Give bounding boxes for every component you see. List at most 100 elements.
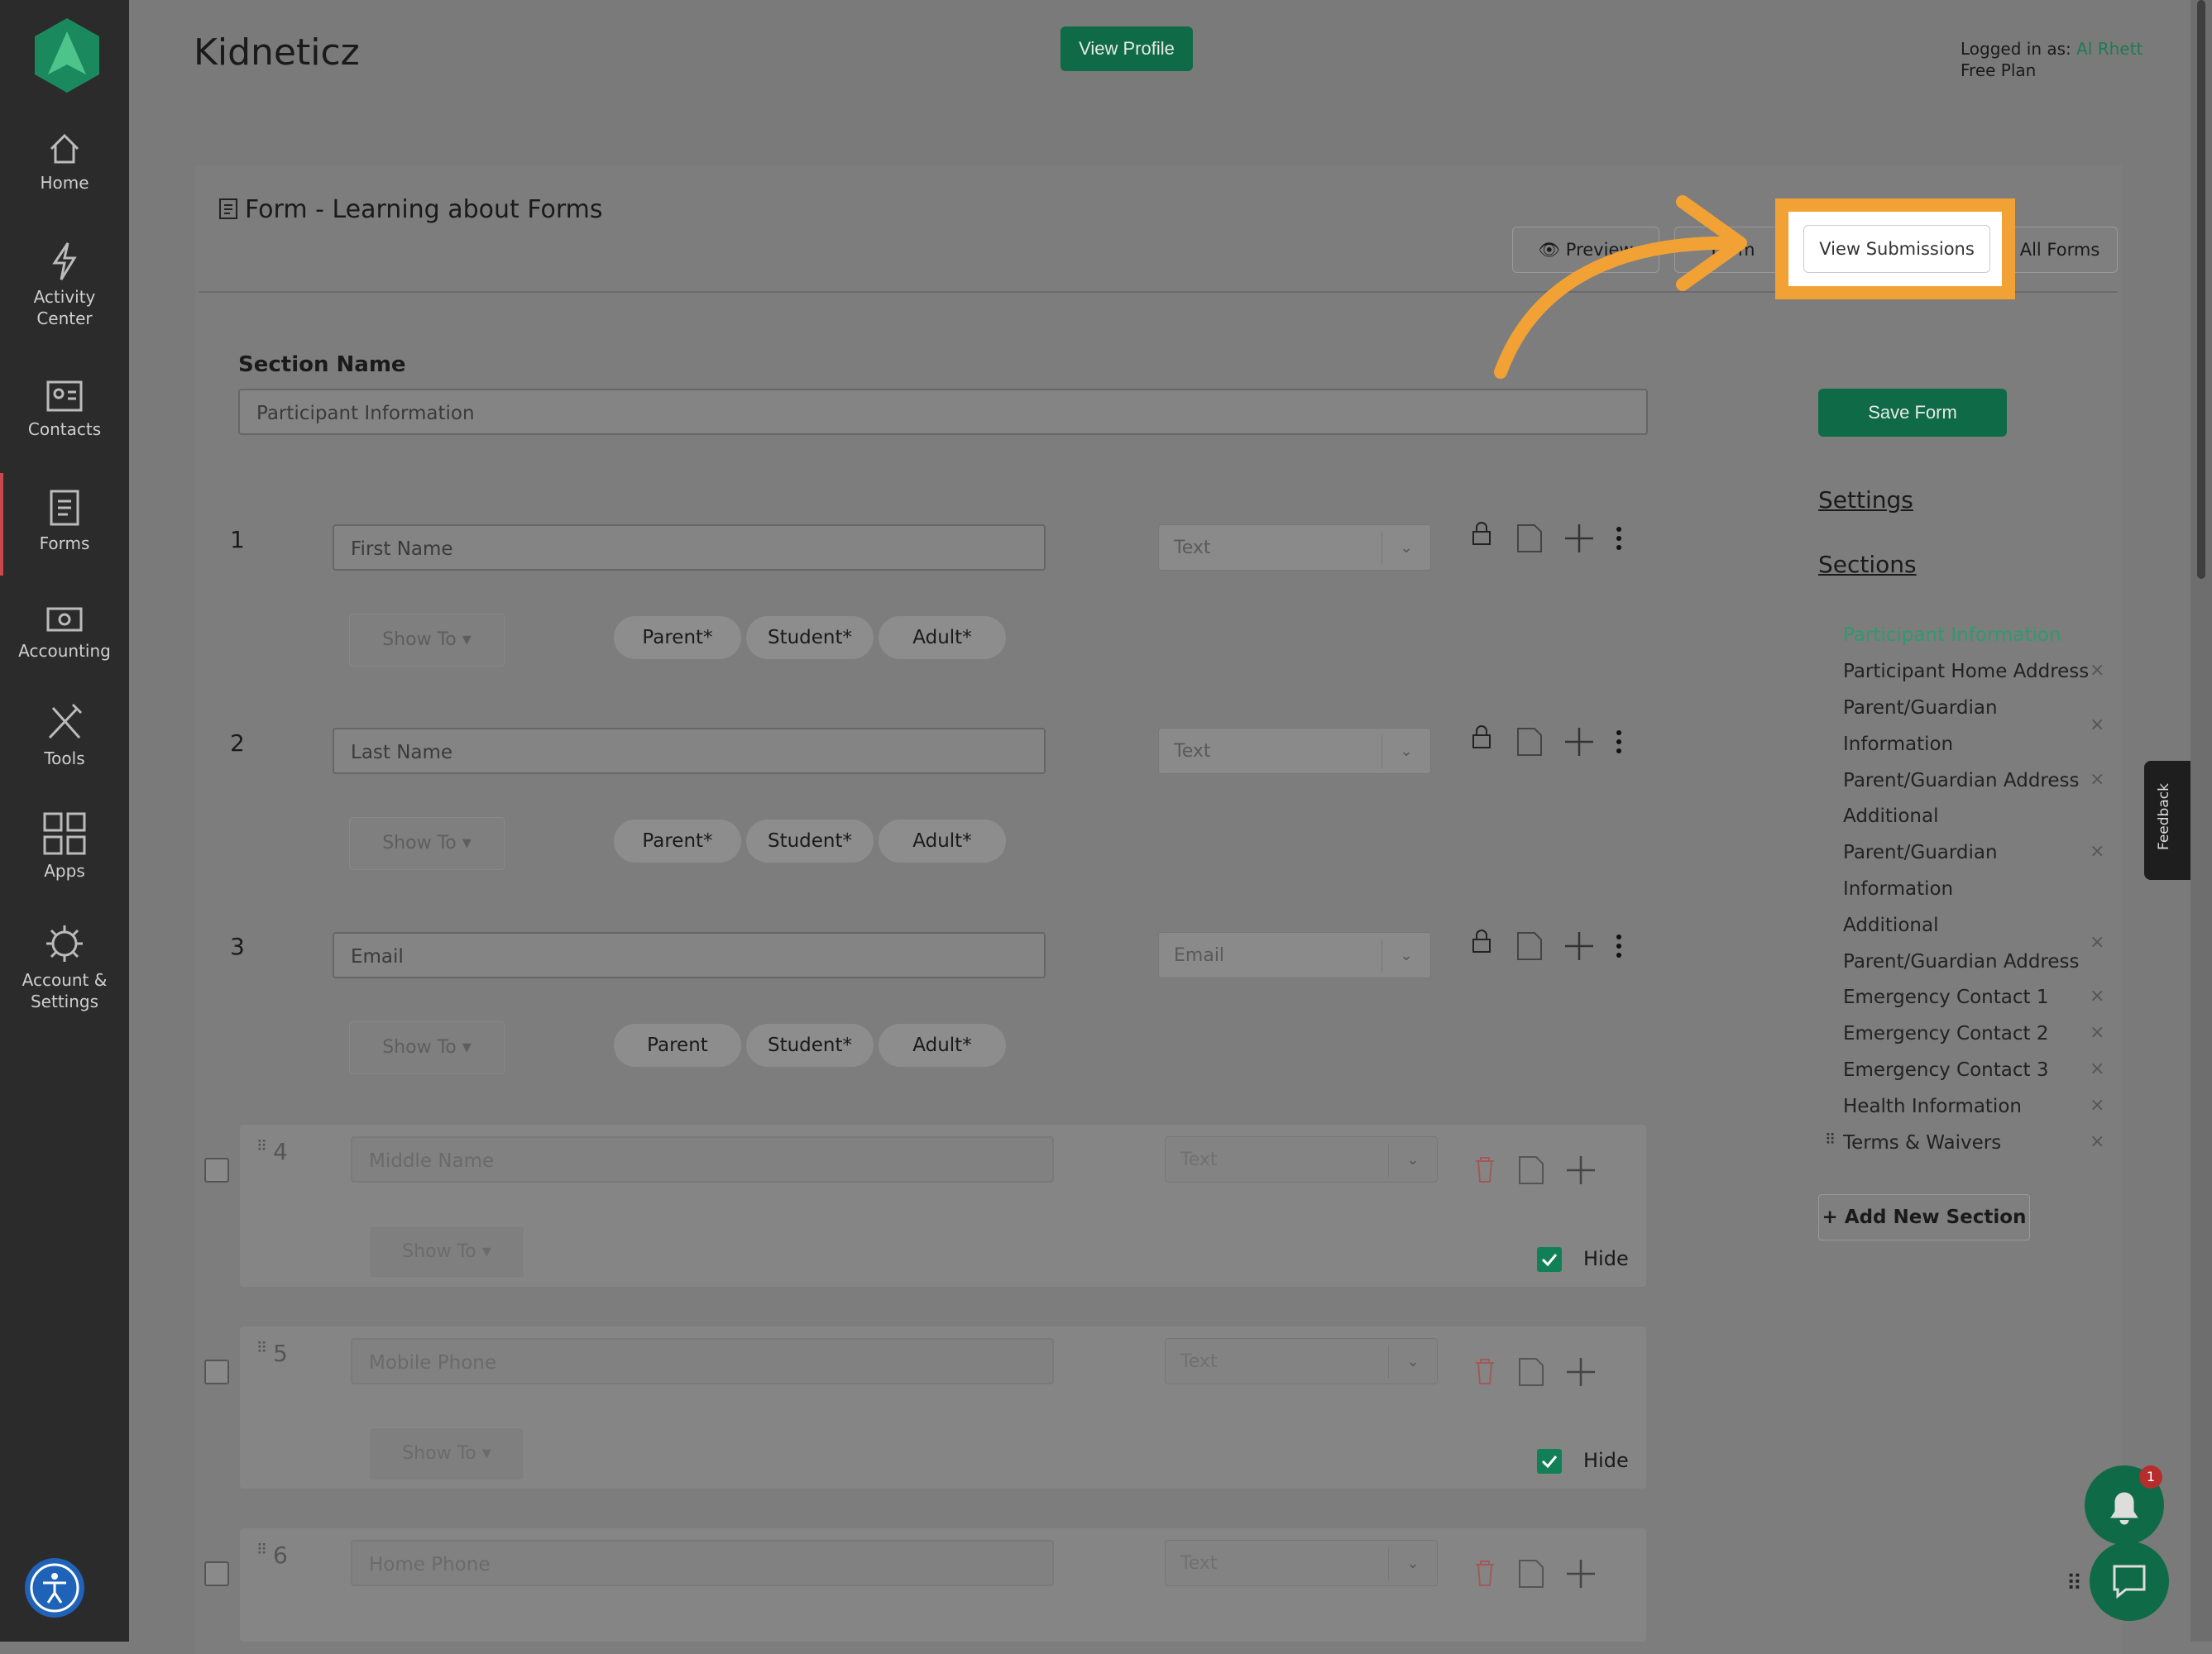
nav-accounting[interactable]: Accounting [0,602,129,662]
field-type-select[interactable]: Text ⌄ [1158,728,1431,774]
field-name-input[interactable]: Last Name [333,728,1046,774]
add-icon[interactable] [1565,1154,1597,1186]
field-type-select[interactable]: Text ⌄ [1165,1540,1438,1586]
section-item[interactable]: Information [1843,726,1953,762]
field-name-input[interactable]: Home Phone [351,1540,1054,1586]
chat-button[interactable] [2090,1542,2169,1621]
more-vertical-icon[interactable] [1615,934,1623,958]
select-checkbox[interactable] [204,1561,229,1586]
field-type-select[interactable]: Text ⌄ [1165,1136,1438,1183]
field-type-select[interactable]: Text ⌄ [1165,1338,1438,1384]
hide-checkbox[interactable] [1537,1449,1562,1474]
add-icon[interactable] [1563,523,1595,554]
copy-icon[interactable] [1515,523,1544,554]
nav-apps[interactable]: Apps [0,812,129,882]
section-item-active[interactable]: Participant Information [1843,617,2061,653]
all-forms-button[interactable]: All Forms [2002,227,2118,273]
page-scrollbar[interactable] [2190,0,2212,1642]
field-name-input[interactable]: Mobile Phone [351,1338,1054,1384]
trash-icon[interactable] [1472,1356,1497,1386]
section-item[interactable]: Terms & Waivers [1843,1125,2001,1161]
copy-icon[interactable] [1515,930,1544,962]
copy-icon[interactable] [1517,1154,1545,1186]
remove-section-icon[interactable]: × [2090,932,2104,953]
section-item[interactable]: Health Information [1843,1088,2022,1125]
accessibility-button[interactable] [25,1558,84,1618]
audience-pill-adult[interactable]: Adult* [879,1024,1006,1067]
show-to-dropdown[interactable]: Show To ▾ [369,1226,524,1279]
audience-pill-adult[interactable]: Adult* [879,820,1006,863]
add-icon[interactable] [1565,1558,1597,1589]
section-item[interactable]: Emergency Contact 1 [1843,979,2048,1016]
add-icon[interactable] [1565,1356,1597,1388]
lock-icon[interactable] [1471,521,1492,546]
select-checkbox[interactable] [204,1158,229,1183]
section-item[interactable]: Additional [1843,907,1938,944]
trash-icon[interactable] [1472,1154,1497,1184]
field-name-input[interactable]: Email [333,932,1046,978]
show-to-dropdown[interactable]: Show To ▾ [349,1021,505,1074]
user-link[interactable]: Al Rhett [2076,39,2143,59]
copy-icon[interactable] [1517,1558,1545,1589]
audience-pill-student[interactable]: Student* [746,616,874,659]
audience-pill-parent[interactable]: Parent* [614,616,741,659]
more-vertical-icon[interactable] [1615,526,1623,551]
drag-handle-icon[interactable]: ⠿ [2066,1571,2082,1596]
field-type-select[interactable]: Text ⌄ [1158,524,1431,571]
field-type-select[interactable]: Email ⌄ [1158,932,1431,978]
audience-pill-student[interactable]: Student* [746,1024,874,1067]
remove-section-icon[interactable]: × [2090,1131,2104,1152]
show-to-dropdown[interactable]: Show To ▾ [349,817,505,870]
lock-icon[interactable] [1471,929,1492,954]
section-item[interactable]: Parent/Guardian [1843,690,1998,726]
audience-pill-student[interactable]: Student* [746,820,874,863]
show-to-dropdown[interactable]: Show To ▾ [369,1427,524,1480]
section-name-input[interactable]: Participant Information [238,389,1648,435]
remove-section-icon[interactable]: × [2090,1022,2104,1043]
drag-handle-icon[interactable]: ⠿ [256,1542,267,1559]
feedback-tab[interactable]: Feedback [2144,761,2190,880]
section-item[interactable]: Parent/Guardian [1843,834,1998,871]
more-vertical-icon[interactable] [1615,729,1623,754]
field-name-input[interactable]: Middle Name [351,1136,1054,1183]
section-item[interactable]: Information [1843,871,1953,907]
add-icon[interactable] [1563,726,1595,758]
copy-icon[interactable] [1515,726,1544,758]
nav-activity-center[interactable]: Activity Center [0,241,129,329]
section-item[interactable]: Emergency Contact 2 [1843,1016,2048,1052]
remove-section-icon[interactable]: × [2090,715,2104,735]
nav-tools[interactable]: Tools [0,701,129,769]
save-form-button[interactable]: Save Form [1818,389,2007,437]
nav-forms[interactable]: Forms [0,486,129,554]
nav-home[interactable]: Home [0,131,129,194]
show-to-dropdown[interactable]: Show To ▾ [349,614,505,667]
section-item[interactable]: Additional [1843,798,1938,834]
drag-handle-icon[interactable]: ⠿ [256,1138,267,1155]
audience-pill-parent[interactable]: Parent* [614,820,741,863]
field-name-input[interactable]: First Name [333,524,1046,571]
add-icon[interactable] [1563,930,1595,962]
remove-section-icon[interactable]: × [2090,660,2104,681]
view-submissions-button[interactable]: View Submissions [1803,225,1990,273]
section-item[interactable]: Participant Home Address [1843,653,2089,690]
nav-account-settings[interactable]: Account & Settings [0,923,129,1012]
remove-section-icon[interactable]: × [2090,769,2104,790]
remove-section-icon[interactable]: × [2090,1095,2104,1116]
section-item[interactable]: Parent/Guardian Address [1843,944,2080,980]
remove-section-icon[interactable]: × [2090,841,2104,862]
section-item[interactable]: Emergency Contact 3 [1843,1052,2048,1088]
section-item[interactable]: Parent/Guardian Address [1843,762,2080,799]
app-logo[interactable] [31,17,103,96]
remove-section-icon[interactable]: × [2090,986,2104,1006]
copy-icon[interactable] [1517,1356,1545,1388]
remove-section-icon[interactable]: × [2090,1059,2104,1079]
audience-pill-adult[interactable]: Adult* [879,616,1006,659]
view-profile-button[interactable]: View Profile [1061,26,1193,71]
scrollbar-thumb[interactable] [2197,0,2205,579]
add-new-section-button[interactable]: + Add New Section [1818,1194,2030,1240]
hide-checkbox[interactable] [1537,1247,1562,1272]
nav-contacts[interactable]: Contacts [0,377,129,440]
trash-icon[interactable] [1472,1558,1497,1588]
drag-handle-icon[interactable]: ⠿ [1825,1131,1836,1149]
drag-handle-icon[interactable]: ⠿ [256,1340,267,1357]
